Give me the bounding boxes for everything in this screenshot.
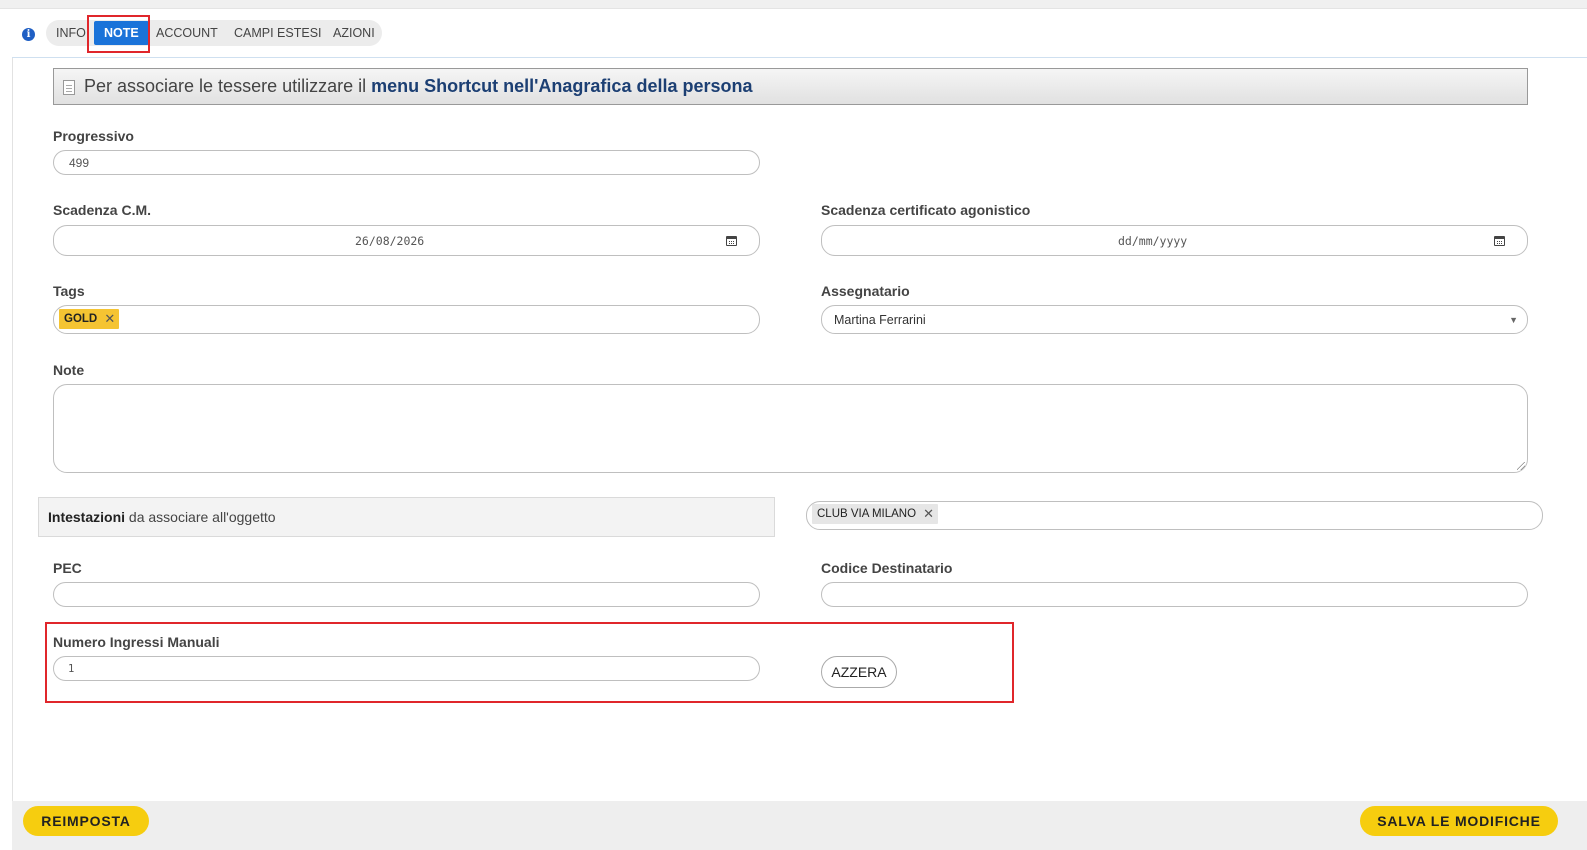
chevron-down-icon: ▼: [1509, 314, 1518, 325]
salva-modifiche-button[interactable]: SALVA LE MODIFICHE: [1360, 806, 1558, 836]
scadenza-cm-date-input[interactable]: 26/08/2026: [53, 225, 760, 256]
assegnatario-value: Martina Ferrarini: [834, 312, 926, 327]
scadenza-cert-placeholder: dd/mm/yyyy: [1118, 233, 1188, 248]
page: i INFO NOTE ACCOUNT CAMPI ESTESI AZIONI …: [0, 0, 1587, 850]
progressivo-label: Progressivo: [53, 128, 134, 144]
tag-club-label: CLUB VIA MILANO: [817, 508, 917, 520]
calendar-icon[interactable]: [726, 235, 737, 246]
ingressi-input[interactable]: 1: [53, 656, 760, 681]
note-label: Note: [53, 362, 85, 378]
ingressi-label: Numero Ingressi Manuali: [53, 634, 220, 650]
footer-bar: [12, 801, 1587, 850]
scadenza-cm-value: 26/08/2026: [355, 233, 425, 248]
document-icon: [63, 80, 75, 95]
tab-info[interactable]: INFO: [56, 26, 86, 40]
azzera-button[interactable]: AZZERA: [821, 656, 897, 688]
tab-azioni[interactable]: AZIONI: [333, 26, 375, 40]
assegnatario-label: Assegnatario: [821, 283, 910, 299]
remove-tag-icon[interactable]: ✕: [923, 504, 934, 524]
tags-input[interactable]: GOLD ✕: [53, 305, 760, 334]
tag-gold: GOLD ✕: [59, 309, 120, 329]
intestazioni-bold: Intestazioni: [48, 509, 126, 525]
calendar-icon[interactable]: [1494, 235, 1505, 246]
pec-input[interactable]: [53, 582, 760, 607]
tag-club-via-milano: CLUB VIA MILANO ✕: [812, 504, 939, 524]
tab-account[interactable]: ACCOUNT: [156, 26, 218, 40]
info-icon[interactable]: i: [22, 28, 35, 41]
intestazioni-input[interactable]: CLUB VIA MILANO ✕: [806, 501, 1543, 530]
remove-tag-icon[interactable]: ✕: [104, 309, 115, 329]
assegnatario-select[interactable]: Martina Ferrarini ▼: [821, 305, 1528, 334]
progressivo-value: 499: [69, 155, 90, 170]
scadenza-cm-label: Scadenza C.M.: [53, 202, 152, 218]
codice-destinatario-label: Codice Destinatario: [821, 560, 953, 576]
resize-grip-icon[interactable]: [1517, 462, 1525, 470]
intestazioni-label-box: Intestazioni da associare all'oggetto: [38, 497, 775, 537]
tags-label: Tags: [53, 283, 85, 299]
left-border: [12, 58, 13, 850]
tag-gold-label: GOLD: [64, 313, 98, 325]
tab-bar-divider: [12, 57, 1587, 58]
pec-label: PEC: [53, 560, 82, 576]
intestazioni-text: da associare all'oggetto: [125, 509, 276, 525]
top-border: [0, 0, 1587, 9]
note-textarea[interactable]: [53, 384, 1528, 473]
tab-campi-estesi[interactable]: CAMPI ESTESI: [234, 26, 322, 40]
info-banner: Per associare le tessere utilizzare il m…: [53, 68, 1528, 105]
banner-text: Per associare le tessere utilizzare il: [84, 76, 372, 96]
scadenza-cert-label: Scadenza certificato agonistico: [821, 202, 1031, 218]
scadenza-cert-date-input[interactable]: dd/mm/yyyy: [821, 225, 1528, 256]
tab-note[interactable]: NOTE: [94, 21, 149, 45]
banner-highlight: menu Shortcut nell'Anagrafica della pers…: [371, 76, 753, 96]
codice-destinatario-input[interactable]: [821, 582, 1528, 607]
reimposta-button[interactable]: REIMPOSTA: [23, 806, 149, 836]
progressivo-input[interactable]: 499: [53, 150, 760, 175]
ingressi-value: 1: [68, 662, 75, 675]
